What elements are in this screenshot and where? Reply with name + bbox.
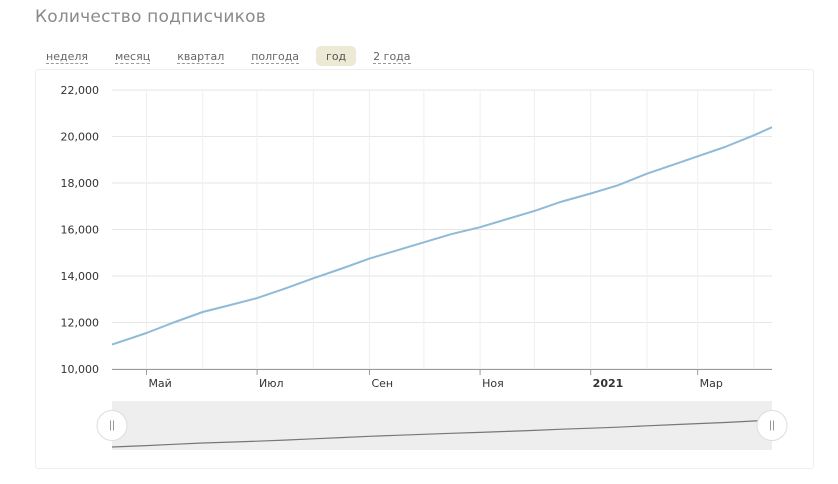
y-tick-label: 22,000 [61,84,100,97]
y-tick-label: 16,000 [61,224,100,237]
x-tick-label: Июл [259,377,284,390]
page: Количество подписчиков неделя месяц кварта… [0,0,838,484]
x-tick-label: Май [148,377,171,390]
y-tick-label: 10,000 [61,363,100,376]
x-tick-label: 2021 [593,377,624,390]
x-tick-label: Мар [700,377,723,390]
x-tick-label: Сен [371,377,393,390]
y-tick-label: 14,000 [61,270,100,283]
x-tick-label: Ноя [482,377,504,390]
subscriber-chart: 10,000 12,000 14,000 16,000 18,000 20,000 22,0… [61,84,788,450]
y-tick-label: 12,000 [61,317,100,330]
series-line [111,126,773,346]
y-tick-label: 20,000 [61,131,100,144]
handle-circle [96,410,128,441]
navigator-handle-right[interactable] [756,410,788,441]
navigator-handle-left[interactable] [96,410,128,441]
y-tick-label: 18,000 [61,177,100,190]
handle-circle [756,410,788,441]
